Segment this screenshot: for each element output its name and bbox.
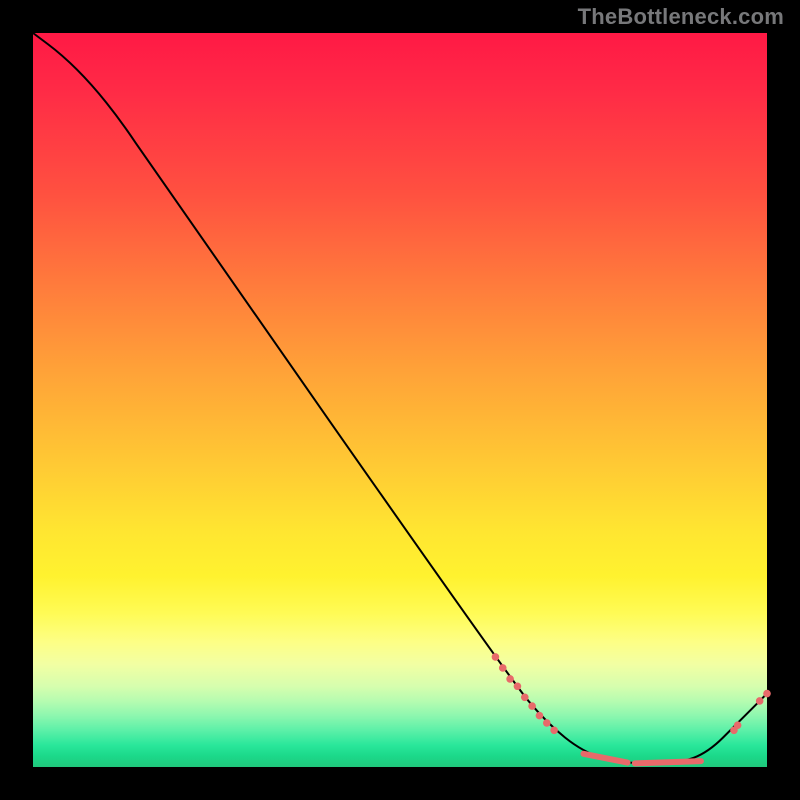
curve-path (33, 33, 767, 763)
highlight-segment (584, 754, 628, 763)
highlight-dot (506, 675, 514, 683)
highlight-dot (550, 727, 558, 735)
highlight-dot (514, 682, 522, 690)
highlight-dot (763, 690, 771, 698)
highlight-dot (756, 697, 764, 705)
highlight-dot (499, 664, 507, 672)
data-overlay (492, 653, 771, 763)
highlight-dot (536, 712, 544, 720)
plot-area (33, 33, 767, 767)
highlight-dot (492, 653, 500, 661)
highlight-segment (635, 761, 701, 763)
highlight-dot (528, 702, 536, 710)
chart-frame: TheBottleneck.com (0, 0, 800, 800)
highlight-dot (734, 721, 742, 729)
watermark-text: TheBottleneck.com (578, 4, 784, 30)
highlight-dot (543, 719, 551, 727)
highlight-dot (521, 693, 529, 701)
chart-svg (33, 33, 767, 767)
